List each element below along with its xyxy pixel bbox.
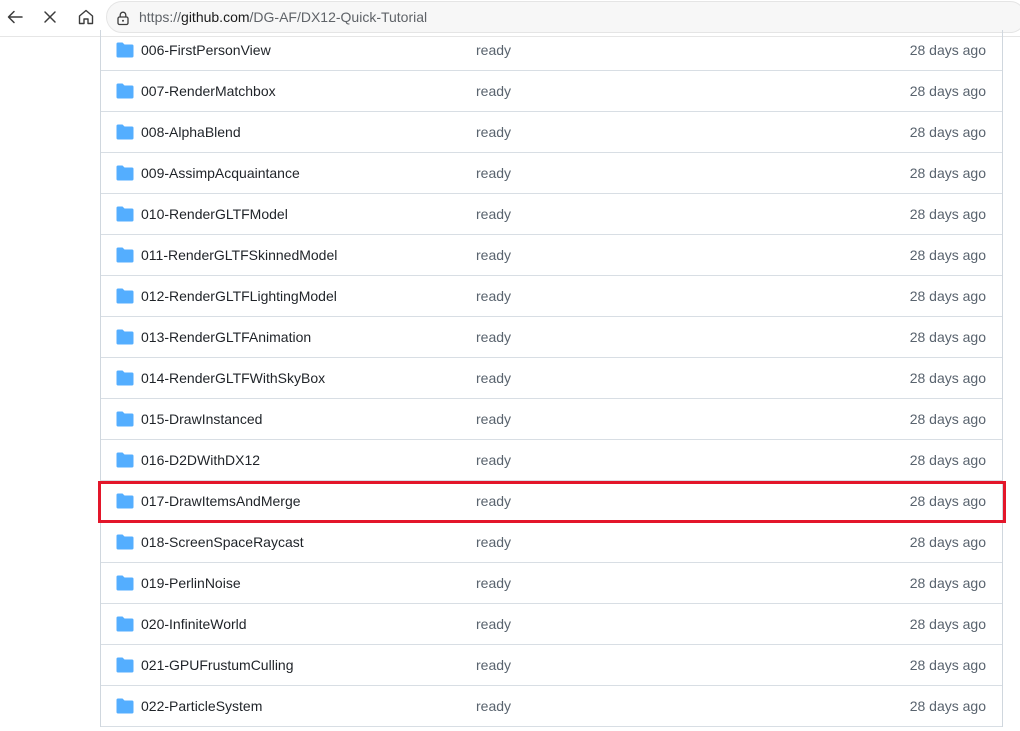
file-row[interactable]: 007-RenderMatchbox ready 28 days ago [101,71,1002,112]
file-list: 006-FirstPersonView ready 28 days ago 007-R… [100,30,1003,727]
file-row[interactable]: 022-ParticleSystem ready 28 days ago [101,686,1002,727]
commit-date: 28 days ago [909,165,986,181]
commit-message-link[interactable]: ready [476,42,511,58]
commit-message-link[interactable]: ready [476,575,511,591]
file-name-link[interactable]: 007-RenderMatchbox [141,83,276,99]
commit-date: 28 days ago [909,698,986,714]
file-name-link[interactable]: 016-D2DWithDX12 [141,452,260,468]
file-name-link[interactable]: 012-RenderGLTFLightingModel [141,288,337,304]
url-host: github.com [181,9,250,25]
file-name-link[interactable]: 014-RenderGLTFWithSkyBox [141,370,325,386]
commit-message-link[interactable]: ready [476,206,511,222]
file-row[interactable]: 015-DrawInstanced ready 28 days ago [101,399,1002,440]
home-icon [78,9,94,25]
url-text[interactable]: https://github.com/DG-AF/DX12-Quick-Tuto… [139,9,427,25]
stop-loading-button[interactable] [36,3,64,31]
file-row[interactable]: 016-D2DWithDX12 ready 28 days ago [101,440,1002,481]
folder-icon [116,124,134,140]
file-name-link[interactable]: 022-ParticleSystem [141,698,262,714]
commit-date: 28 days ago [909,247,986,263]
commit-message-link[interactable]: ready [476,493,511,509]
back-button[interactable] [1,3,29,31]
folder-icon [116,329,134,345]
commit-date: 28 days ago [909,124,986,140]
url-path: /DG-AF/DX12-Quick-Tutorial [249,9,428,25]
commit-date: 28 days ago [909,616,986,632]
file-row[interactable]: 017-DrawItemsAndMerge ready 28 days ago [101,481,1002,522]
folder-icon [116,698,134,714]
file-name-link[interactable]: 019-PerlinNoise [141,575,241,591]
home-button[interactable] [72,3,100,31]
folder-icon [116,534,134,550]
folder-icon [116,370,134,386]
lock-icon[interactable] [115,10,131,26]
file-name-link[interactable]: 020-InfiniteWorld [141,616,247,632]
commit-date: 28 days ago [909,493,986,509]
folder-icon [116,247,134,263]
commit-date: 28 days ago [909,575,986,591]
commit-message-link[interactable]: ready [476,329,511,345]
folder-icon [116,493,134,509]
folder-icon [116,206,134,222]
commit-date: 28 days ago [909,206,986,222]
folder-icon [116,411,134,427]
file-row[interactable]: 010-RenderGLTFModel ready 28 days ago [101,194,1002,235]
file-row[interactable]: 018-ScreenSpaceRaycast ready 28 days ago [101,522,1002,563]
commit-date: 28 days ago [909,452,986,468]
commit-date: 28 days ago [909,83,986,99]
folder-icon [116,165,134,181]
address-bar[interactable]: https://github.com/DG-AF/DX12-Quick-Tuto… [106,1,1020,33]
file-row[interactable]: 020-InfiniteWorld ready 28 days ago [101,604,1002,645]
commit-message-link[interactable]: ready [476,452,511,468]
commit-date: 28 days ago [909,329,986,345]
file-name-link[interactable]: 010-RenderGLTFModel [141,206,288,222]
url-scheme: https:// [139,9,182,25]
file-row[interactable]: 014-RenderGLTFWithSkyBox ready 28 days ago [101,358,1002,399]
file-name-link[interactable]: 011-RenderGLTFSkinnedModel [141,247,337,263]
folder-icon [116,616,134,632]
commit-date: 28 days ago [909,370,986,386]
commit-date: 28 days ago [909,534,986,550]
file-row[interactable]: 008-AlphaBlend ready 28 days ago [101,112,1002,153]
commit-message-link[interactable]: ready [476,124,511,140]
folder-icon [116,575,134,591]
file-row[interactable]: 011-RenderGLTFSkinnedModel ready 28 days a… [101,235,1002,276]
folder-icon [116,42,134,58]
commit-message-link[interactable]: ready [476,534,511,550]
commit-message-link[interactable]: ready [476,83,511,99]
browser-toolbar: https://github.com/DG-AF/DX12-Quick-Tuto… [0,0,1020,34]
commit-message-link[interactable]: ready [476,288,511,304]
file-row[interactable]: 021-GPUFrustumCulling ready 28 days ago [101,645,1002,686]
commit-date: 28 days ago [909,411,986,427]
folder-icon [116,83,134,99]
file-row[interactable]: 013-RenderGLTFAnimation ready 28 days ago [101,317,1002,358]
close-icon [44,11,56,23]
commit-message-link[interactable]: ready [476,247,511,263]
arrow-left-icon [7,10,23,24]
file-name-link[interactable]: 018-ScreenSpaceRaycast [141,534,304,550]
commit-date: 28 days ago [909,288,986,304]
commit-message-link[interactable]: ready [476,411,511,427]
file-name-link[interactable]: 017-DrawItemsAndMerge [141,493,301,509]
file-name-link[interactable]: 015-DrawInstanced [141,411,262,427]
file-name-link[interactable]: 021-GPUFrustumCulling [141,657,294,673]
file-name-link[interactable]: 013-RenderGLTFAnimation [141,329,311,345]
folder-icon [116,657,134,673]
file-name-link[interactable]: 006-FirstPersonView [141,42,271,58]
file-row[interactable]: 012-RenderGLTFLightingModel ready 28 days … [101,276,1002,317]
file-name-link[interactable]: 009-AssimpAcquaintance [141,165,300,181]
commit-message-link[interactable]: ready [476,165,511,181]
commit-message-link[interactable]: ready [476,370,511,386]
commit-message-link[interactable]: ready [476,616,511,632]
commit-message-link[interactable]: ready [476,657,511,673]
file-name-link[interactable]: 008-AlphaBlend [141,124,241,140]
file-row[interactable]: 006-FirstPersonView ready 28 days ago [101,30,1002,71]
folder-icon [116,288,134,304]
folder-icon [116,452,134,468]
file-row[interactable]: 009-AssimpAcquaintance ready 28 days ago [101,153,1002,194]
commit-date: 28 days ago [909,657,986,673]
commit-date: 28 days ago [909,42,986,58]
commit-message-link[interactable]: ready [476,698,511,714]
file-row[interactable]: 019-PerlinNoise ready 28 days ago [101,563,1002,604]
